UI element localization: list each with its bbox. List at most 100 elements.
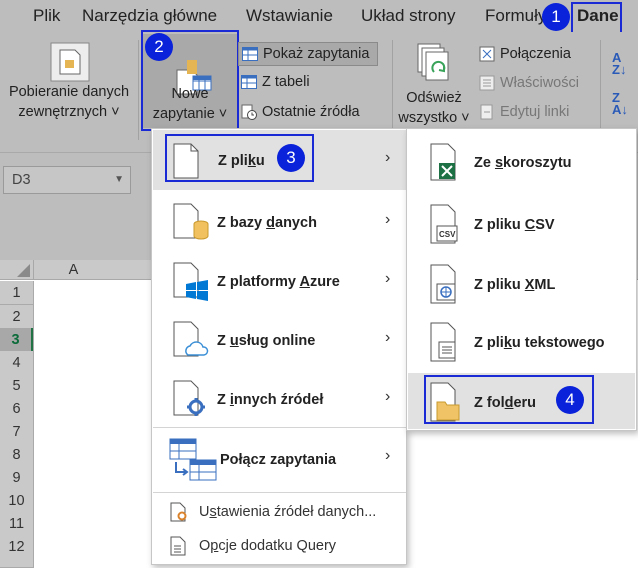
settings-doc-icon [170,502,187,522]
row-header[interactable]: 11 [0,512,33,536]
row-header[interactable]: 8 [0,443,33,467]
chevron-right-icon: › [385,329,391,346]
properties-button[interactable]: Właściwości [478,71,579,95]
menu-item-query-options[interactable]: Opcje dodatku Query [152,531,406,561]
from-database-label: Z bazy danych [217,215,317,231]
tab-plik[interactable]: Plik [33,6,60,26]
xml-file-icon [430,264,456,304]
get-external-data-button[interactable]: Pobieranie danych zewnętrznych ˅ [4,38,134,128]
tab-formuly[interactable]: Formuły [485,6,546,26]
submenu-item-from-workbook[interactable]: Ze skoroszytu [407,137,636,189]
menu-item-from-other-sources[interactable]: Z innych źródeł › [152,376,406,424]
show-queries-label: Pokaż zapytania [263,46,370,62]
chevron-right-icon: › [385,270,391,287]
properties-label: Właściwości [500,75,579,91]
refresh-icon [417,43,449,81]
table-icon [241,45,259,63]
external-data-icon [50,42,90,82]
tab-narzedzia-glowne[interactable]: Narzędzia główne [82,6,217,26]
get-external-data-label-2: zewnętrznych ˅ [18,104,120,120]
menu-item-from-online-services[interactable]: Z usług online › [152,317,406,365]
show-queries-button[interactable]: Pokaż zapytania [238,42,378,66]
row-header[interactable]: 7 [0,420,33,444]
chevron-right-icon: › [385,211,391,228]
worksheet-cells[interactable] [33,281,153,568]
row-header[interactable]: 1 [0,281,33,305]
callout-dane [571,2,622,34]
combine-queries-icon [169,438,217,481]
column-header-a[interactable]: A [33,260,113,280]
azure-windows-icon [173,262,208,301]
get-external-data-label-1: Pobieranie danych [8,84,130,100]
menu-item-from-database[interactable]: Z bazy danych › [152,199,406,247]
row-header[interactable]: 12 [0,535,33,568]
from-azure-label: Z platformy Azure [217,274,340,290]
badge-4: 4 [556,386,584,414]
sort-za-icon[interactable]: Z A↓ [612,91,628,116]
refresh-all-label-1: Odśwież [406,90,462,106]
refresh-all-button[interactable]: Odśwież wszystko ˅ [396,38,472,128]
from-text-label: Z pliku tekstowego [474,335,605,351]
tab-wstawianie[interactable]: Wstawianie [246,6,333,26]
from-csv-label: Z pliku CSV [474,217,555,233]
menu-separator [153,427,406,428]
row-header[interactable]: 9 [0,466,33,490]
data-source-settings-label: Ustawienia źródeł danych... [199,504,377,520]
menu-item-combine-queries[interactable]: Połącz zapytania › [152,435,406,485]
recent-sources-button[interactable]: Ostatnie źródła [240,100,360,124]
from-table-label: Z tabeli [262,74,310,90]
menu-item-from-azure[interactable]: Z platformy Azure › [152,258,406,306]
row-header-active[interactable]: 3 [0,328,33,352]
name-box-value: D3 [12,172,31,188]
recent-sources-label: Ostatnie źródła [262,104,360,120]
badge-3: 3 [277,144,305,172]
row-header[interactable]: 5 [0,374,33,398]
row-header[interactable]: 10 [0,489,33,513]
query-options-label: Opcje dodatku Query [199,538,337,554]
menu-separator [153,492,406,493]
badge-2: 2 [145,33,173,61]
connections-label: Połączenia [500,46,571,62]
edit-links-button[interactable]: Edytuj linki [478,100,569,124]
submenu-item-from-csv[interactable]: CSV Z pliku CSV [407,199,636,251]
row-header[interactable]: 4 [0,351,33,375]
chevron-down-icon: ▼ [114,174,124,185]
query-options-icon [170,536,186,556]
table-icon [240,73,258,91]
submenu-item-from-xml[interactable]: Z pliku XML [407,259,636,311]
badge-1: 1 [542,3,570,31]
combine-queries-label: Połącz zapytania [220,452,337,468]
menu-item-data-source-settings[interactable]: Ustawienia źródeł danych... [152,497,406,527]
properties-icon [478,74,496,92]
csv-icon-text: CSV [439,230,456,239]
edit-links-icon [478,103,496,121]
submenu-item-from-text[interactable]: Z pliku tekstowego [407,317,636,369]
from-workbook-label: Ze skoroszytu [474,155,572,171]
from-xml-label: Z pliku XML [474,277,556,293]
name-box[interactable]: D3 ▼ [3,166,131,194]
text-file-icon [430,322,456,362]
cloud-icon [173,321,209,357]
row-header[interactable]: 6 [0,397,33,421]
chevron-right-icon: › [385,447,391,464]
new-query-menu: Z pliku › Z bazy danych › Z platformy Az… [151,128,407,565]
gear-icon [173,380,205,416]
sort-az-icon[interactable]: A Z↓ [612,51,626,76]
ribbon-separator [138,40,139,140]
connections-icon [478,45,496,63]
ribbon-separator [392,40,393,140]
recent-sources-icon [240,103,258,121]
chevron-right-icon: › [385,388,391,405]
chevron-right-icon: › [385,149,391,166]
edit-links-label: Edytuj linki [500,104,570,120]
excel-icon [430,143,456,181]
database-icon [173,203,209,240]
connections-button[interactable]: Połączenia [478,42,571,66]
from-online-services-label: Z usług online [217,333,316,349]
row-header[interactable]: 2 [0,305,33,329]
ribbon-separator [600,40,601,140]
from-table-button[interactable]: Z tabeli [240,70,310,94]
select-all-corner[interactable] [0,260,33,280]
tab-uklad-strony[interactable]: Układ strony [361,6,455,26]
refresh-all-label-2: wszystko ˅ [398,110,470,126]
